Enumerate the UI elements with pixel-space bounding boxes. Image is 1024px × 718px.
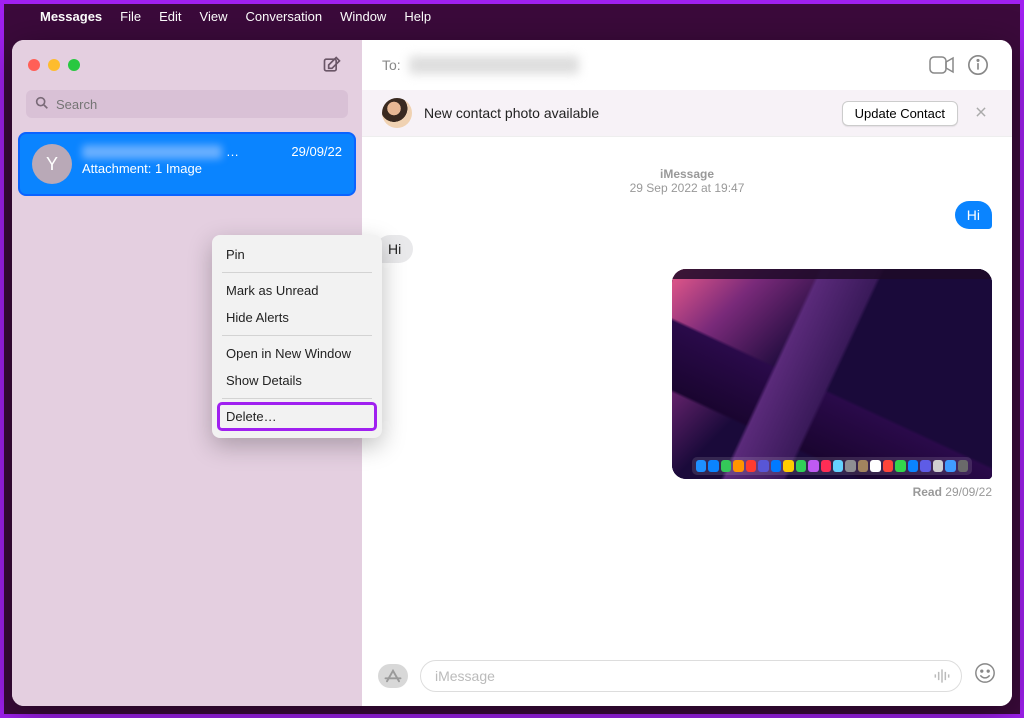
sidebar: Y … 29/09/22 Attachment: 1 Image Pin Mar… bbox=[12, 40, 362, 706]
search-icon bbox=[34, 95, 50, 116]
dock-app-icon bbox=[796, 460, 806, 472]
dock-app-icon bbox=[721, 460, 731, 472]
dock-app-icon bbox=[883, 460, 893, 472]
context-hide-alerts[interactable]: Hide Alerts bbox=[212, 304, 382, 331]
context-separator bbox=[222, 398, 372, 399]
dictation-button[interactable] bbox=[932, 666, 952, 691]
dock-app-icon bbox=[758, 460, 768, 472]
message-thread[interactable]: iMessage 29 Sep 2022 at 19:47 Hi Hi Read… bbox=[362, 137, 1012, 650]
dock-app-icon bbox=[696, 460, 706, 472]
menu-conversation[interactable]: Conversation bbox=[245, 9, 322, 24]
facetime-button[interactable] bbox=[928, 51, 956, 79]
conversation-header: To: bbox=[362, 40, 1012, 90]
details-button[interactable] bbox=[964, 51, 992, 79]
search-wrapper bbox=[12, 90, 362, 128]
context-show-details[interactable]: Show Details bbox=[212, 367, 382, 394]
banner-text: New contact photo available bbox=[424, 105, 830, 121]
dock-app-icon bbox=[895, 460, 905, 472]
outgoing-message[interactable]: Hi bbox=[955, 201, 992, 229]
dock-app-icon bbox=[908, 460, 918, 472]
messages-window: Y … 29/09/22 Attachment: 1 Image Pin Mar… bbox=[12, 40, 1012, 706]
zoom-window-button[interactable] bbox=[68, 59, 80, 71]
dock-app-icon bbox=[821, 460, 831, 472]
dock-app-icon bbox=[933, 460, 943, 472]
timestamp: iMessage 29 Sep 2022 at 19:47 bbox=[382, 167, 992, 195]
dock-app-icon bbox=[808, 460, 818, 472]
context-separator bbox=[222, 335, 372, 336]
menu-help[interactable]: Help bbox=[404, 9, 431, 24]
appstore-icon bbox=[384, 669, 402, 683]
avatar: Y bbox=[32, 144, 72, 184]
menu-view[interactable]: View bbox=[200, 9, 228, 24]
emoji-picker-button[interactable] bbox=[974, 662, 996, 690]
conversation-name-truncation: … bbox=[226, 144, 239, 159]
receipt-label: Read bbox=[913, 485, 942, 499]
dock-app-icon bbox=[771, 460, 781, 472]
conversation-name bbox=[82, 145, 222, 159]
search-input[interactable] bbox=[26, 90, 348, 118]
dock-app-icon bbox=[870, 460, 880, 472]
attachment-dock bbox=[692, 457, 972, 475]
dock-app-icon bbox=[783, 460, 793, 472]
close-window-button[interactable] bbox=[28, 59, 40, 71]
app-menu[interactable]: Messages bbox=[40, 9, 102, 24]
composer bbox=[362, 650, 1012, 706]
receipt-date: 29/09/22 bbox=[945, 485, 992, 499]
conversation-date: 29/09/22 bbox=[291, 144, 342, 159]
service-label: iMessage bbox=[382, 167, 992, 181]
dock-app-icon bbox=[708, 460, 718, 472]
dock-app-icon bbox=[845, 460, 855, 472]
dock-app-icon bbox=[920, 460, 930, 472]
video-icon bbox=[929, 56, 955, 74]
context-pin[interactable]: Pin bbox=[212, 241, 382, 268]
waveform-icon bbox=[932, 666, 952, 686]
dock-app-icon bbox=[858, 460, 868, 472]
attachment-menubar bbox=[672, 269, 992, 279]
message-row-incoming: Hi bbox=[376, 235, 992, 263]
dock-app-icon bbox=[945, 460, 955, 472]
dock-app-icon bbox=[746, 460, 756, 472]
menu-edit[interactable]: Edit bbox=[159, 9, 181, 24]
close-icon bbox=[974, 105, 988, 119]
read-receipt: Read 29/09/22 bbox=[382, 485, 992, 499]
menu-window[interactable]: Window bbox=[340, 9, 386, 24]
message-row-outgoing-image bbox=[382, 269, 992, 479]
context-delete[interactable]: Delete… bbox=[218, 403, 376, 430]
minimize-window-button[interactable] bbox=[48, 59, 60, 71]
banner-close-button[interactable] bbox=[970, 103, 992, 124]
dock-app-icon bbox=[733, 460, 743, 472]
sidebar-titlebar bbox=[12, 40, 362, 90]
context-open-new-window[interactable]: Open in New Window bbox=[212, 340, 382, 367]
timestamp-text: 29 Sep 2022 at 19:47 bbox=[630, 181, 745, 195]
to-recipient[interactable] bbox=[409, 56, 579, 74]
context-mark-unread[interactable]: Mark as Unread bbox=[212, 277, 382, 304]
info-icon bbox=[967, 54, 989, 76]
message-input-wrapper bbox=[420, 660, 962, 692]
conversation-context-menu: Pin Mark as Unread Hide Alerts Open in N… bbox=[212, 235, 382, 438]
conversation-list: Y … 29/09/22 Attachment: 1 Image bbox=[12, 128, 362, 200]
message-row-outgoing: Hi bbox=[382, 201, 992, 229]
contact-memoji bbox=[382, 98, 412, 128]
window-controls bbox=[28, 59, 80, 71]
contact-photo-banner: New contact photo available Update Conta… bbox=[362, 90, 1012, 137]
compose-icon bbox=[322, 55, 342, 75]
apps-button[interactable] bbox=[378, 664, 408, 688]
outgoing-image-attachment[interactable] bbox=[672, 269, 992, 479]
compose-button[interactable] bbox=[318, 51, 346, 79]
conversation-item[interactable]: Y … 29/09/22 Attachment: 1 Image bbox=[18, 132, 356, 196]
to-label: To: bbox=[382, 57, 401, 73]
macos-menubar: Messages File Edit View Conversation Win… bbox=[4, 4, 1020, 28]
menu-file[interactable]: File bbox=[120, 9, 141, 24]
conversation-pane: To: New contact photo available Update C… bbox=[362, 40, 1012, 706]
conversation-preview: Attachment: 1 Image bbox=[82, 161, 342, 176]
update-contact-button[interactable]: Update Contact bbox=[842, 101, 958, 126]
message-input[interactable] bbox=[420, 660, 962, 692]
context-separator bbox=[222, 272, 372, 273]
dock-app-icon bbox=[958, 460, 968, 472]
smiley-icon bbox=[974, 662, 996, 684]
attachment-wallpaper bbox=[672, 269, 992, 479]
dock-app-icon bbox=[833, 460, 843, 472]
